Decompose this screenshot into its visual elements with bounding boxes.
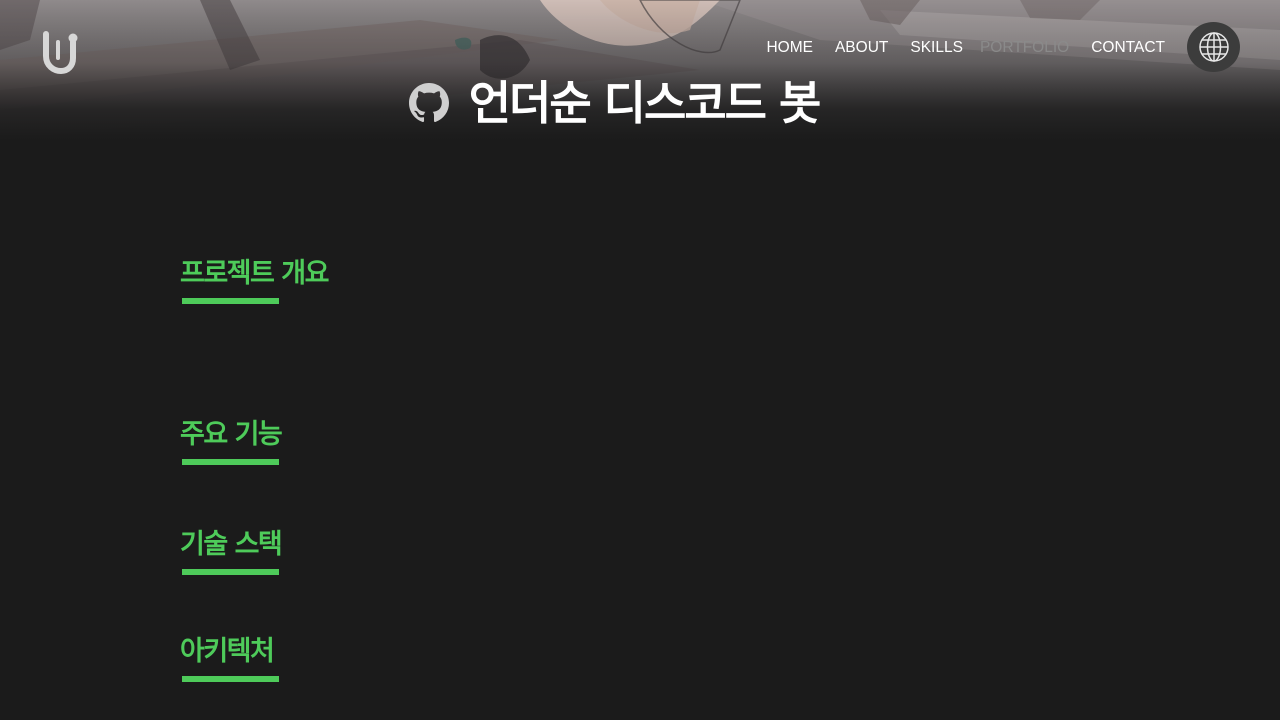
project-title-row: 언더순 디스코드 봇 xyxy=(0,74,1280,132)
github-icon[interactable] xyxy=(408,83,449,123)
section-features: 주요 기능 xyxy=(180,417,283,465)
section-heading: 주요 기능 xyxy=(180,419,283,450)
section-heading: 프로젝트 개요 xyxy=(180,258,329,289)
logo-icon[interactable] xyxy=(40,28,82,75)
main-nav: HOME ABOUT SKILLS PORTFOLIO CONTACT xyxy=(766,38,1165,58)
page-title: 언더순 디스코드 봇 xyxy=(468,76,822,130)
nav-portfolio[interactable]: PORTFOLIO xyxy=(980,39,1069,57)
nav-contact[interactable]: CONTACT xyxy=(1091,39,1165,57)
heading-underline xyxy=(182,676,279,682)
language-button[interactable] xyxy=(1187,22,1240,72)
heading-underline xyxy=(182,569,279,575)
portfolio-page: HOME ABOUT SKILLS PORTFOLIO CONTACT 언더순 … xyxy=(0,0,1280,720)
nav-skills[interactable]: SKILLS xyxy=(910,39,963,57)
section-heading: 기술 스택 xyxy=(180,529,283,560)
heading-underline xyxy=(182,459,279,465)
section-heading: 아키텍처 xyxy=(180,636,275,667)
section-architecture: 아키텍처 xyxy=(180,634,279,682)
globe-icon xyxy=(1198,32,1229,62)
nav-about[interactable]: ABOUT xyxy=(835,39,888,57)
heading-underline xyxy=(182,298,279,304)
nav-home[interactable]: HOME xyxy=(766,39,813,57)
section-overview: 프로젝트 개요 xyxy=(180,256,329,304)
section-tech-stack: 기술 스택 xyxy=(180,527,283,575)
